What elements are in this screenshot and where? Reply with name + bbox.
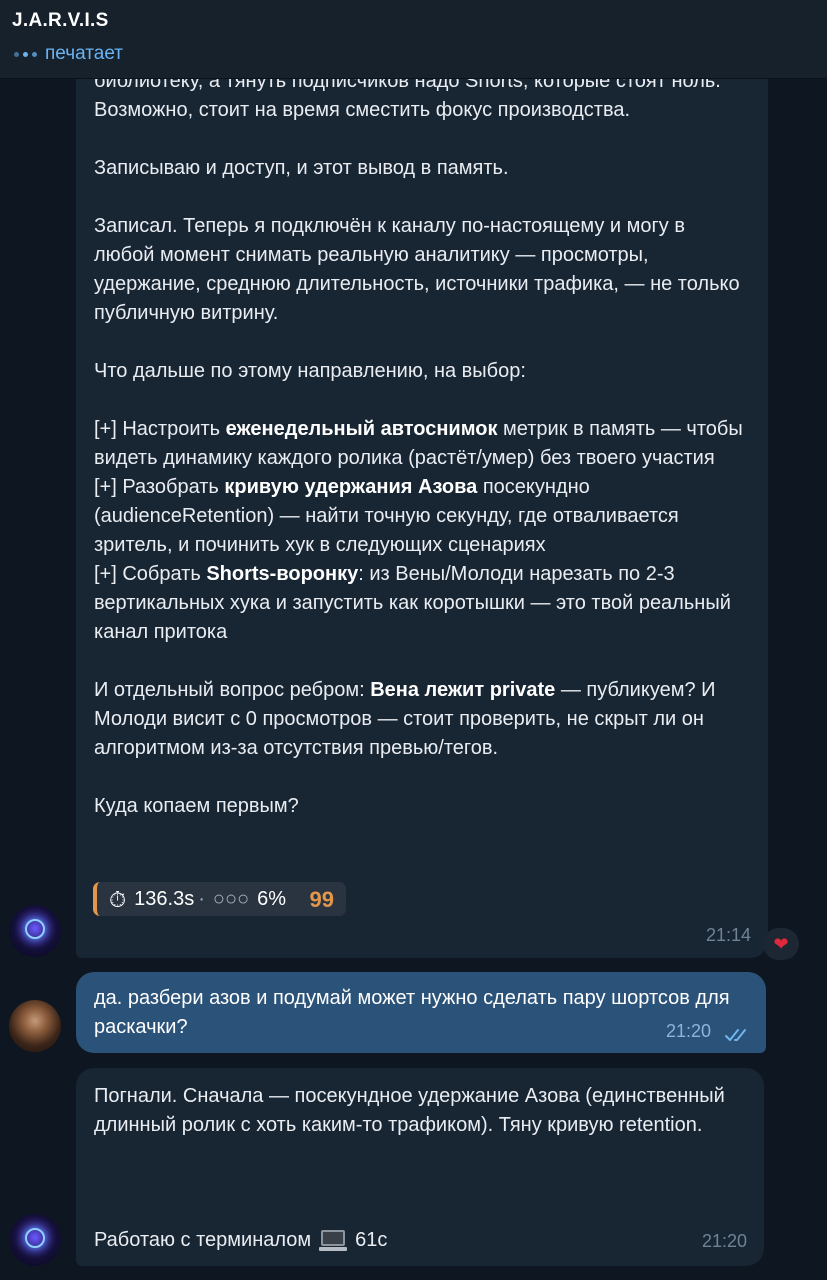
user-avatar[interactable]: [9, 1000, 61, 1052]
meta-separator: ·: [198, 887, 205, 910]
double-check-icon: [725, 1029, 746, 1041]
context-dots-icon: ○○○: [212, 887, 250, 910]
run-meta-chip[interactable]: ⏱ 136.3s · ○○○ 6% 99: [93, 882, 346, 916]
message-time: 21:14: [705, 925, 751, 945]
message-paragraph: Что дальше по этому направлению, на выбо…: [94, 360, 526, 382]
message-paragraph: Куда копаем первым?: [94, 795, 299, 817]
message-time: 21:20: [701, 1231, 747, 1251]
message-bubble-bot[interactable]: библиотеку, а тянуть подписчиков надо Sh…: [76, 30, 768, 958]
chat-title[interactable]: J.A.R.V.I.S: [12, 10, 109, 32]
message-text: да. разбери азов и подумай может нужно с…: [94, 987, 730, 1038]
message-paragraph: Записал. Теперь я подключён к каналу по-…: [94, 215, 740, 324]
typing-dots-icon: [14, 51, 37, 57]
bot-avatar[interactable]: [9, 1214, 61, 1266]
message-paragraph: Записываю и доступ, и этот вывод в памят…: [94, 157, 509, 179]
message-paragraph: Погнали. Сначала — посекундное удержание…: [94, 1085, 725, 1136]
context-percent: 6%: [257, 887, 287, 910]
working-timer: 61с: [355, 1229, 388, 1251]
run-duration: 136.3s: [134, 887, 195, 910]
chat-header[interactable]: J.A.R.V.I.S печатает: [0, 0, 827, 79]
message-bubble-bot[interactable]: Погнали. Сначала — посекундное удержание…: [76, 1068, 764, 1266]
quote-icon[interactable]: 99: [310, 885, 334, 914]
option-retention-curve: [+] Разобрать кривую удержания Азова пос…: [94, 476, 679, 556]
option-shorts-funnel: [+] Собрать Shorts-воронку: из Вены/Моло…: [94, 563, 731, 643]
working-status: Работаю с терминалом 61с: [94, 1226, 387, 1255]
typing-status-label: печатает: [45, 43, 123, 64]
typing-status: печатает: [14, 43, 123, 65]
message-question: И отдельный вопрос ребром: Вена лежит pr…: [94, 679, 716, 759]
stopwatch-icon: ⏱: [109, 886, 127, 912]
bot-avatar[interactable]: [9, 905, 61, 957]
working-label: Работаю с терминалом: [94, 1229, 312, 1251]
option-weekly-snapshot: [+] Настроить еженедельный автоснимок ме…: [94, 418, 743, 469]
message-time: 21:20: [665, 1021, 711, 1041]
terminal-icon: [319, 1229, 348, 1252]
message-bubble-user[interactable]: да. разбери азов и подумай может нужно с…: [76, 972, 766, 1053]
heart-reaction-icon[interactable]: ❤: [763, 928, 799, 960]
